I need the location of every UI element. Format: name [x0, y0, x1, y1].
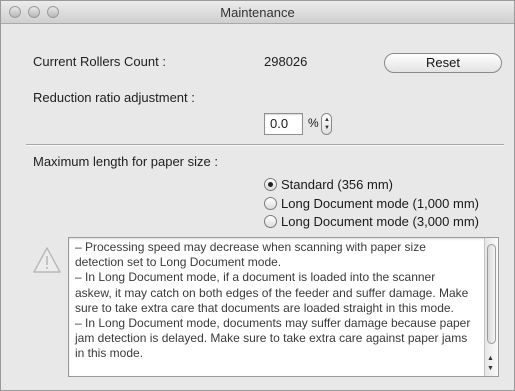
radio-long-1000[interactable]: Long Document mode (1,000 mm) [264, 194, 479, 212]
reduction-ratio-label: Reduction ratio adjustment : [33, 90, 195, 105]
rollers-count-label: Current Rollers Count : [33, 54, 166, 69]
maintenance-window: Maintenance Current Rollers Count : 2980… [0, 0, 515, 391]
notice-scrollbar[interactable]: ▲ ▼ [484, 238, 498, 376]
reduction-ratio-unit: % [308, 116, 319, 130]
reset-button[interactable]: Reset [384, 53, 502, 73]
radio-standard-label: Standard (356 mm) [281, 176, 393, 192]
scroll-thumb[interactable] [487, 244, 496, 344]
radio-button[interactable] [264, 214, 277, 228]
radio-long-1000-label: Long Document mode (1,000 mm) [281, 195, 479, 211]
stepper-down-icon[interactable]: ▼ [323, 125, 331, 131]
section-divider [26, 144, 504, 146]
stepper-up-icon[interactable]: ▲ [323, 117, 331, 123]
radio-standard[interactable]: Standard (356 mm) [264, 175, 393, 193]
radio-long-3000-label: Long Document mode (3,000 mm) [281, 213, 479, 229]
window-title: Maintenance [220, 5, 295, 20]
reduction-ratio-input[interactable]: 0.0 [264, 113, 303, 135]
notice-text: – Processing speed may decrease when sca… [75, 240, 471, 361]
title-bar: Maintenance [1, 1, 514, 24]
radio-long-3000[interactable]: Long Document mode (3,000 mm) [264, 212, 479, 230]
radio-button-selected[interactable] [264, 177, 277, 191]
scroll-down-icon[interactable]: ▼ [487, 365, 494, 373]
reduction-ratio-stepper[interactable]: ▲ ▼ [321, 113, 332, 135]
rollers-count-value: 298026 [264, 54, 308, 69]
warning-icon [33, 247, 61, 273]
paper-length-label: Maximum length for paper size : [33, 154, 218, 169]
radio-button[interactable] [264, 196, 277, 210]
notice-text-area[interactable]: – Processing speed may decrease when sca… [68, 237, 499, 377]
scroll-up-icon[interactable]: ▲ [487, 355, 494, 363]
